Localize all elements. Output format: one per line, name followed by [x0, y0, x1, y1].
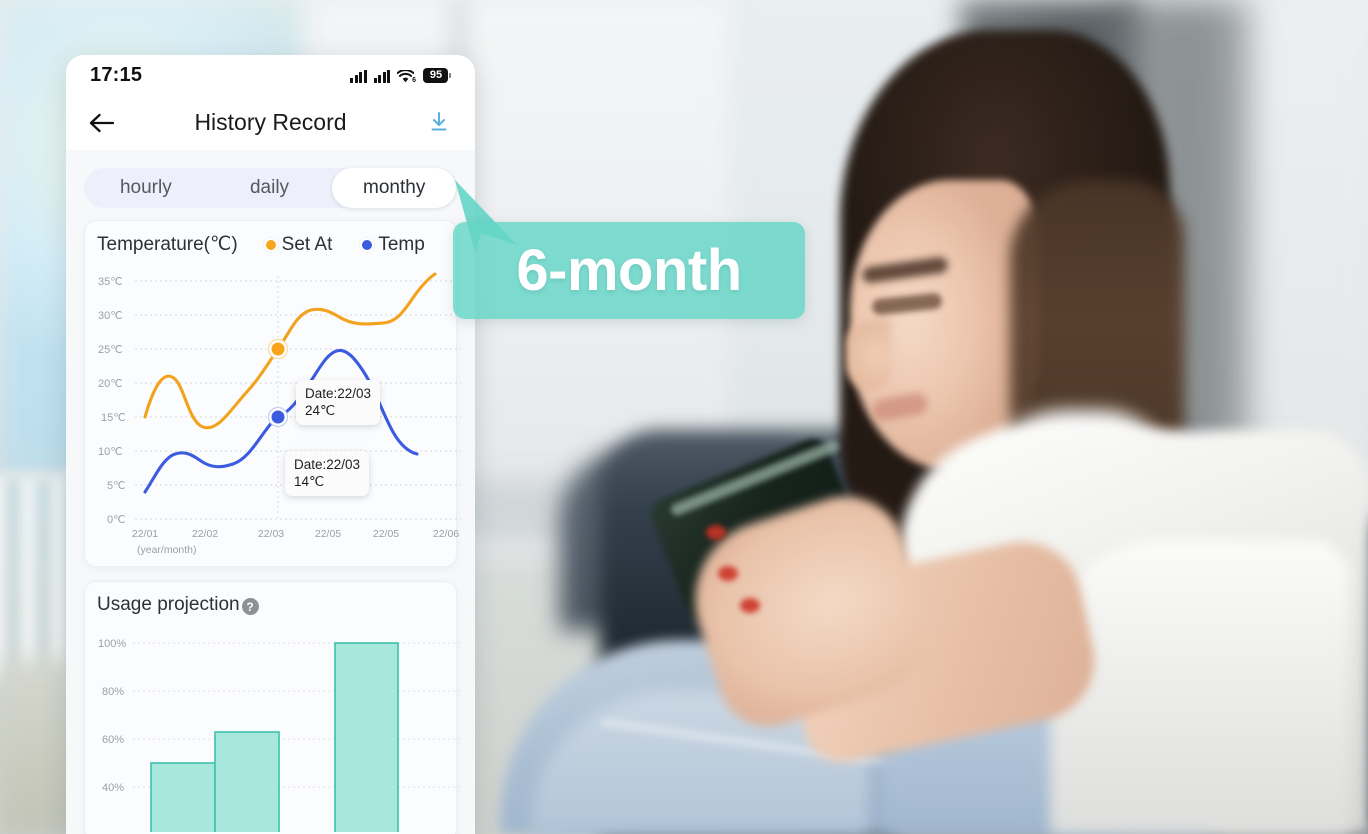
y-tick-label: 25℃ — [98, 344, 123, 356]
usage-projection-chart[interactable]: 100% 80% 60% 40% — [93, 622, 461, 832]
usage-chart-svg: 100% 80% 60% 40% — [98, 638, 461, 832]
x-tick-label: 22/05 — [315, 528, 341, 540]
wifi-icon: 6 — [397, 69, 416, 84]
temperature-card: Temperature(℃) Set At Temp 35℃ 30℃ 25℃ 2… — [84, 220, 461, 567]
legend-temp: Temp — [360, 233, 425, 256]
x-tick-label: 22/03 — [258, 528, 284, 540]
wifi-generation-label: 6 — [412, 76, 416, 84]
period-segmented-control: hourly daily monthy — [84, 168, 457, 208]
x-tick-label: 22/02 — [192, 528, 218, 540]
back-arrow-icon[interactable] — [88, 108, 118, 138]
download-icon[interactable] — [427, 110, 453, 136]
usage-card-title: Usage projection — [97, 594, 240, 615]
period-tab-zone: hourly daily monthy — [66, 150, 475, 220]
page-title: History Record — [194, 109, 347, 135]
y-tick-label: 40% — [102, 782, 124, 794]
highlight-point-temp-core — [271, 410, 285, 424]
tooltip-set-at: Date:22/03 24℃ — [296, 380, 381, 425]
x-tick-label: 22/06 — [433, 528, 459, 540]
y-tick-label: 60% — [102, 734, 124, 746]
help-icon[interactable]: ? — [241, 598, 259, 615]
tab-hourly[interactable]: hourly — [84, 168, 208, 208]
usage-projection-card: Usage projection ? 100% 80% 60% 40% — [84, 581, 461, 834]
person-fingernail — [740, 598, 760, 613]
bar-3 — [334, 642, 399, 832]
battery-icon: 95 — [423, 67, 451, 83]
x-tick-label: 22/01 — [132, 528, 158, 540]
legend-set-at: Set At — [263, 233, 333, 256]
y-tick-label: 0℃ — [107, 514, 125, 526]
y-tick-label: 20℃ — [98, 378, 123, 390]
y-tick-label: 5℃ — [107, 480, 125, 492]
legend-dot-icon — [360, 237, 375, 252]
bar-1 — [150, 762, 216, 832]
status-bar: 17:15 6 95 — [66, 55, 475, 95]
callout-text: 6-month — [516, 238, 742, 303]
temperature-card-title: Temperature(℃) — [97, 234, 238, 255]
person-sleeve — [1050, 540, 1350, 834]
y-tick-label: 10℃ — [98, 446, 123, 458]
tooltip-value: 14℃ — [294, 474, 325, 489]
signal-bars-icon — [350, 69, 367, 83]
y-tick-label: 35℃ — [98, 276, 123, 288]
legend-set-at-label: Set At — [281, 233, 333, 255]
y-tick-label: 100% — [98, 638, 126, 650]
signal-bars-icon — [373, 69, 391, 83]
callout-bubble: 6-month — [453, 222, 805, 319]
series-line-set-at — [143, 272, 437, 430]
screenshot-scene: 17:15 6 95 History Record hourly daily m… — [0, 0, 1368, 834]
person-fingernail — [718, 566, 738, 581]
tab-daily[interactable]: daily — [208, 168, 332, 208]
status-icons: 6 95 — [350, 67, 451, 84]
legend-dot-icon — [263, 237, 278, 252]
highlight-point-set-at-core — [271, 342, 285, 356]
tooltip-temp: Date:22/03 14℃ — [285, 451, 370, 496]
y-tick-label: 30℃ — [98, 310, 123, 322]
status-time: 17:15 — [90, 63, 143, 86]
app-header: History Record — [66, 95, 475, 150]
tooltip-date: Date:22/03 — [294, 457, 361, 472]
temperature-card-header: Temperature(℃) Set At Temp — [93, 233, 448, 262]
y-tick-label: 80% — [102, 686, 124, 698]
x-tick-label: 22/05 — [373, 528, 399, 540]
phone-app-card: 17:15 6 95 History Record hourly daily m… — [66, 55, 475, 834]
tooltip-value: 24℃ — [305, 403, 336, 418]
temperature-chart-svg: 35℃ 30℃ 25℃ 20℃ 15℃ 10℃ 5℃ 0℃ 22/01 22/0… — [98, 272, 461, 556]
usage-card-header: Usage projection ? — [93, 594, 448, 622]
tab-monthy[interactable]: monthy — [332, 168, 457, 208]
legend-temp-label: Temp — [378, 233, 425, 255]
x-axis-label: (year/month) — [137, 544, 197, 556]
tooltip-date: Date:22/03 — [305, 386, 372, 401]
person-nose — [846, 320, 890, 390]
temperature-chart[interactable]: 35℃ 30℃ 25℃ 20℃ 15℃ 10℃ 5℃ 0℃ 22/01 22/0… — [93, 262, 461, 558]
y-tick-label: 15℃ — [101, 412, 126, 424]
battery-level-label: 95 — [423, 67, 448, 83]
person-fingernail — [706, 525, 726, 540]
bar-2 — [214, 731, 280, 832]
